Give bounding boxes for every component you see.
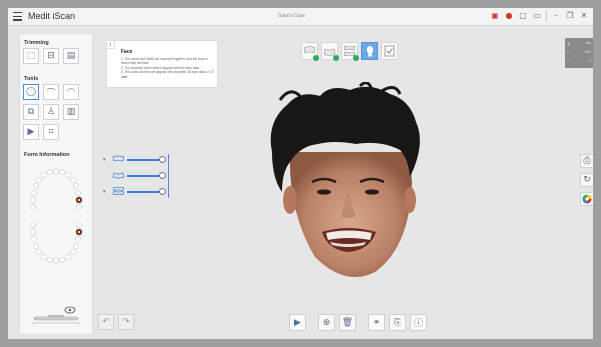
info-card: i Face 1. The mouth and teeth are scanne… — [106, 40, 218, 88]
dental-arch-chart[interactable] — [28, 166, 84, 266]
monitor-icon[interactable]: ▭ — [532, 11, 542, 21]
delete-icon[interactable]: 🗑 — [339, 314, 356, 331]
export-icon[interactable]: ⎘ — [389, 314, 406, 331]
trim-icon[interactable]: ⊟ — [43, 48, 59, 64]
smooth-icon[interactable]: ⌒ — [43, 84, 59, 100]
flag-icon[interactable]: ▣ — [490, 11, 500, 21]
slider-track[interactable] — [127, 175, 163, 177]
left-panel: Trimming ⬚ ⊟ ▤ Tools ◯ ⌒ ◠ ⧉ ♙ ▥ ▶ ⌗ For… — [19, 33, 93, 335]
maximize-icon[interactable]: ❐ — [565, 11, 575, 21]
slider-track[interactable] — [127, 191, 163, 193]
minimize-icon[interactable]: – — [551, 11, 561, 21]
tools-title: Tools — [24, 76, 39, 82]
stat-value: 41s — [585, 41, 591, 45]
divider — [546, 11, 547, 21]
stat-row: ⬚ 0/41 — [567, 50, 591, 54]
color-palette-icon[interactable] — [580, 192, 593, 206]
slider-track[interactable] — [127, 159, 163, 161]
maxilla-opacity-slider[interactable]: ▾ — [103, 154, 173, 166]
scanner-tip-icon — [32, 306, 80, 324]
slider-thumb[interactable] — [159, 188, 166, 195]
occlusion-icon — [112, 187, 125, 195]
scan-stage-toolbar — [301, 42, 398, 61]
stat-row: ~0 — [567, 59, 591, 63]
menu-icon[interactable] — [13, 12, 22, 21]
completed-check-icon — [353, 55, 359, 61]
review-step-button[interactable] — [381, 42, 398, 60]
case-name: Sara's Case — [278, 13, 306, 19]
info-body: 1. The mouth and teeth are scanned toget… — [121, 57, 215, 79]
stat-value: 0/41 — [584, 50, 591, 54]
play-icon[interactable]: ▶ — [289, 314, 306, 331]
align-data-icon[interactable]: ⚭ — [368, 314, 385, 331]
color-wheel-icon — [582, 194, 592, 204]
zoom-icon[interactable]: ⊕ — [318, 314, 335, 331]
slider-thumb[interactable] — [159, 172, 166, 179]
divider — [168, 154, 169, 198]
caret-down-icon[interactable]: ▾ — [103, 189, 106, 195]
form-information-title: Form Information — [24, 152, 70, 158]
video-icon[interactable]: ▶ — [23, 124, 39, 140]
maxilla-icon — [112, 155, 125, 162]
face-scan-mesh[interactable] — [260, 82, 430, 294]
info-line: 3. This data can then be aligned with im… — [121, 70, 214, 79]
record-icon[interactable]: ● — [504, 11, 514, 21]
select-area-icon[interactable]: ⬚ — [23, 48, 39, 64]
reset-view-icon[interactable]: ↻ — [580, 173, 593, 187]
info-line: 1. The mouth and teeth are scanned toget… — [121, 57, 208, 66]
face-icon — [366, 46, 373, 57]
completed-check-icon — [333, 55, 339, 61]
completed-check-icon — [313, 55, 319, 61]
checklist-icon — [384, 45, 395, 57]
info-title: Face — [121, 49, 133, 55]
capture-icon[interactable]: ⌗ — [43, 124, 59, 140]
mandible-opacity-slider[interactable] — [103, 170, 173, 182]
lasso-icon[interactable]: ◯ — [23, 84, 39, 100]
title-bar: Medit iScan Sara's Case ▣ ● ▢ ▭ – ❐ ✕ — [8, 8, 593, 26]
app-title: Medit iScan — [28, 11, 76, 21]
sculpt-icon[interactable]: ♙ — [43, 104, 59, 120]
align-icon[interactable]: ▥ — [63, 104, 79, 120]
scan-stats-card: ⦿ 41s ⬚ 0/41 ~0 — [565, 38, 593, 68]
opacity-sliders: ▾ ▾ — [103, 154, 173, 198]
undo-button[interactable]: ↶ — [98, 314, 114, 330]
stat-row: ⦿ 41s — [567, 41, 591, 46]
caret-down-icon[interactable]: ▾ — [103, 157, 106, 163]
camera-icon[interactable]: ⎙ — [580, 154, 593, 168]
lock-icon[interactable]: ▤ — [63, 48, 79, 64]
slider-thumb[interactable] — [159, 156, 166, 163]
screenshot-icon[interactable]: ▢ — [518, 11, 528, 21]
info-icon[interactable]: ⓘ — [410, 314, 427, 331]
info-icon: i — [107, 41, 115, 49]
shape-icon[interactable]: ⧉ — [23, 104, 39, 120]
redo-button[interactable]: ↷ — [118, 314, 134, 330]
close-icon[interactable]: ✕ — [579, 11, 589, 21]
occlusion-step-button[interactable] — [341, 42, 359, 61]
bottom-toolbar: ▶ ⊕ 🗑 ⚭ ⎘ ⓘ — [289, 314, 427, 331]
stat-value: 0 — [589, 59, 591, 63]
face-opacity-slider[interactable]: ▾ — [103, 186, 173, 198]
face-step-button[interactable] — [361, 42, 378, 60]
mandible-step-button[interactable] — [321, 42, 339, 61]
fill-icon[interactable]: ◠ — [63, 84, 79, 100]
trimming-title: Trimming — [24, 40, 49, 46]
mandible-icon — [112, 172, 125, 179]
maxilla-step-button[interactable] — [301, 42, 319, 61]
app-window: Medit iScan Sara's Case ▣ ● ▢ ▭ – ❐ ✕ Tr… — [8, 8, 593, 339]
